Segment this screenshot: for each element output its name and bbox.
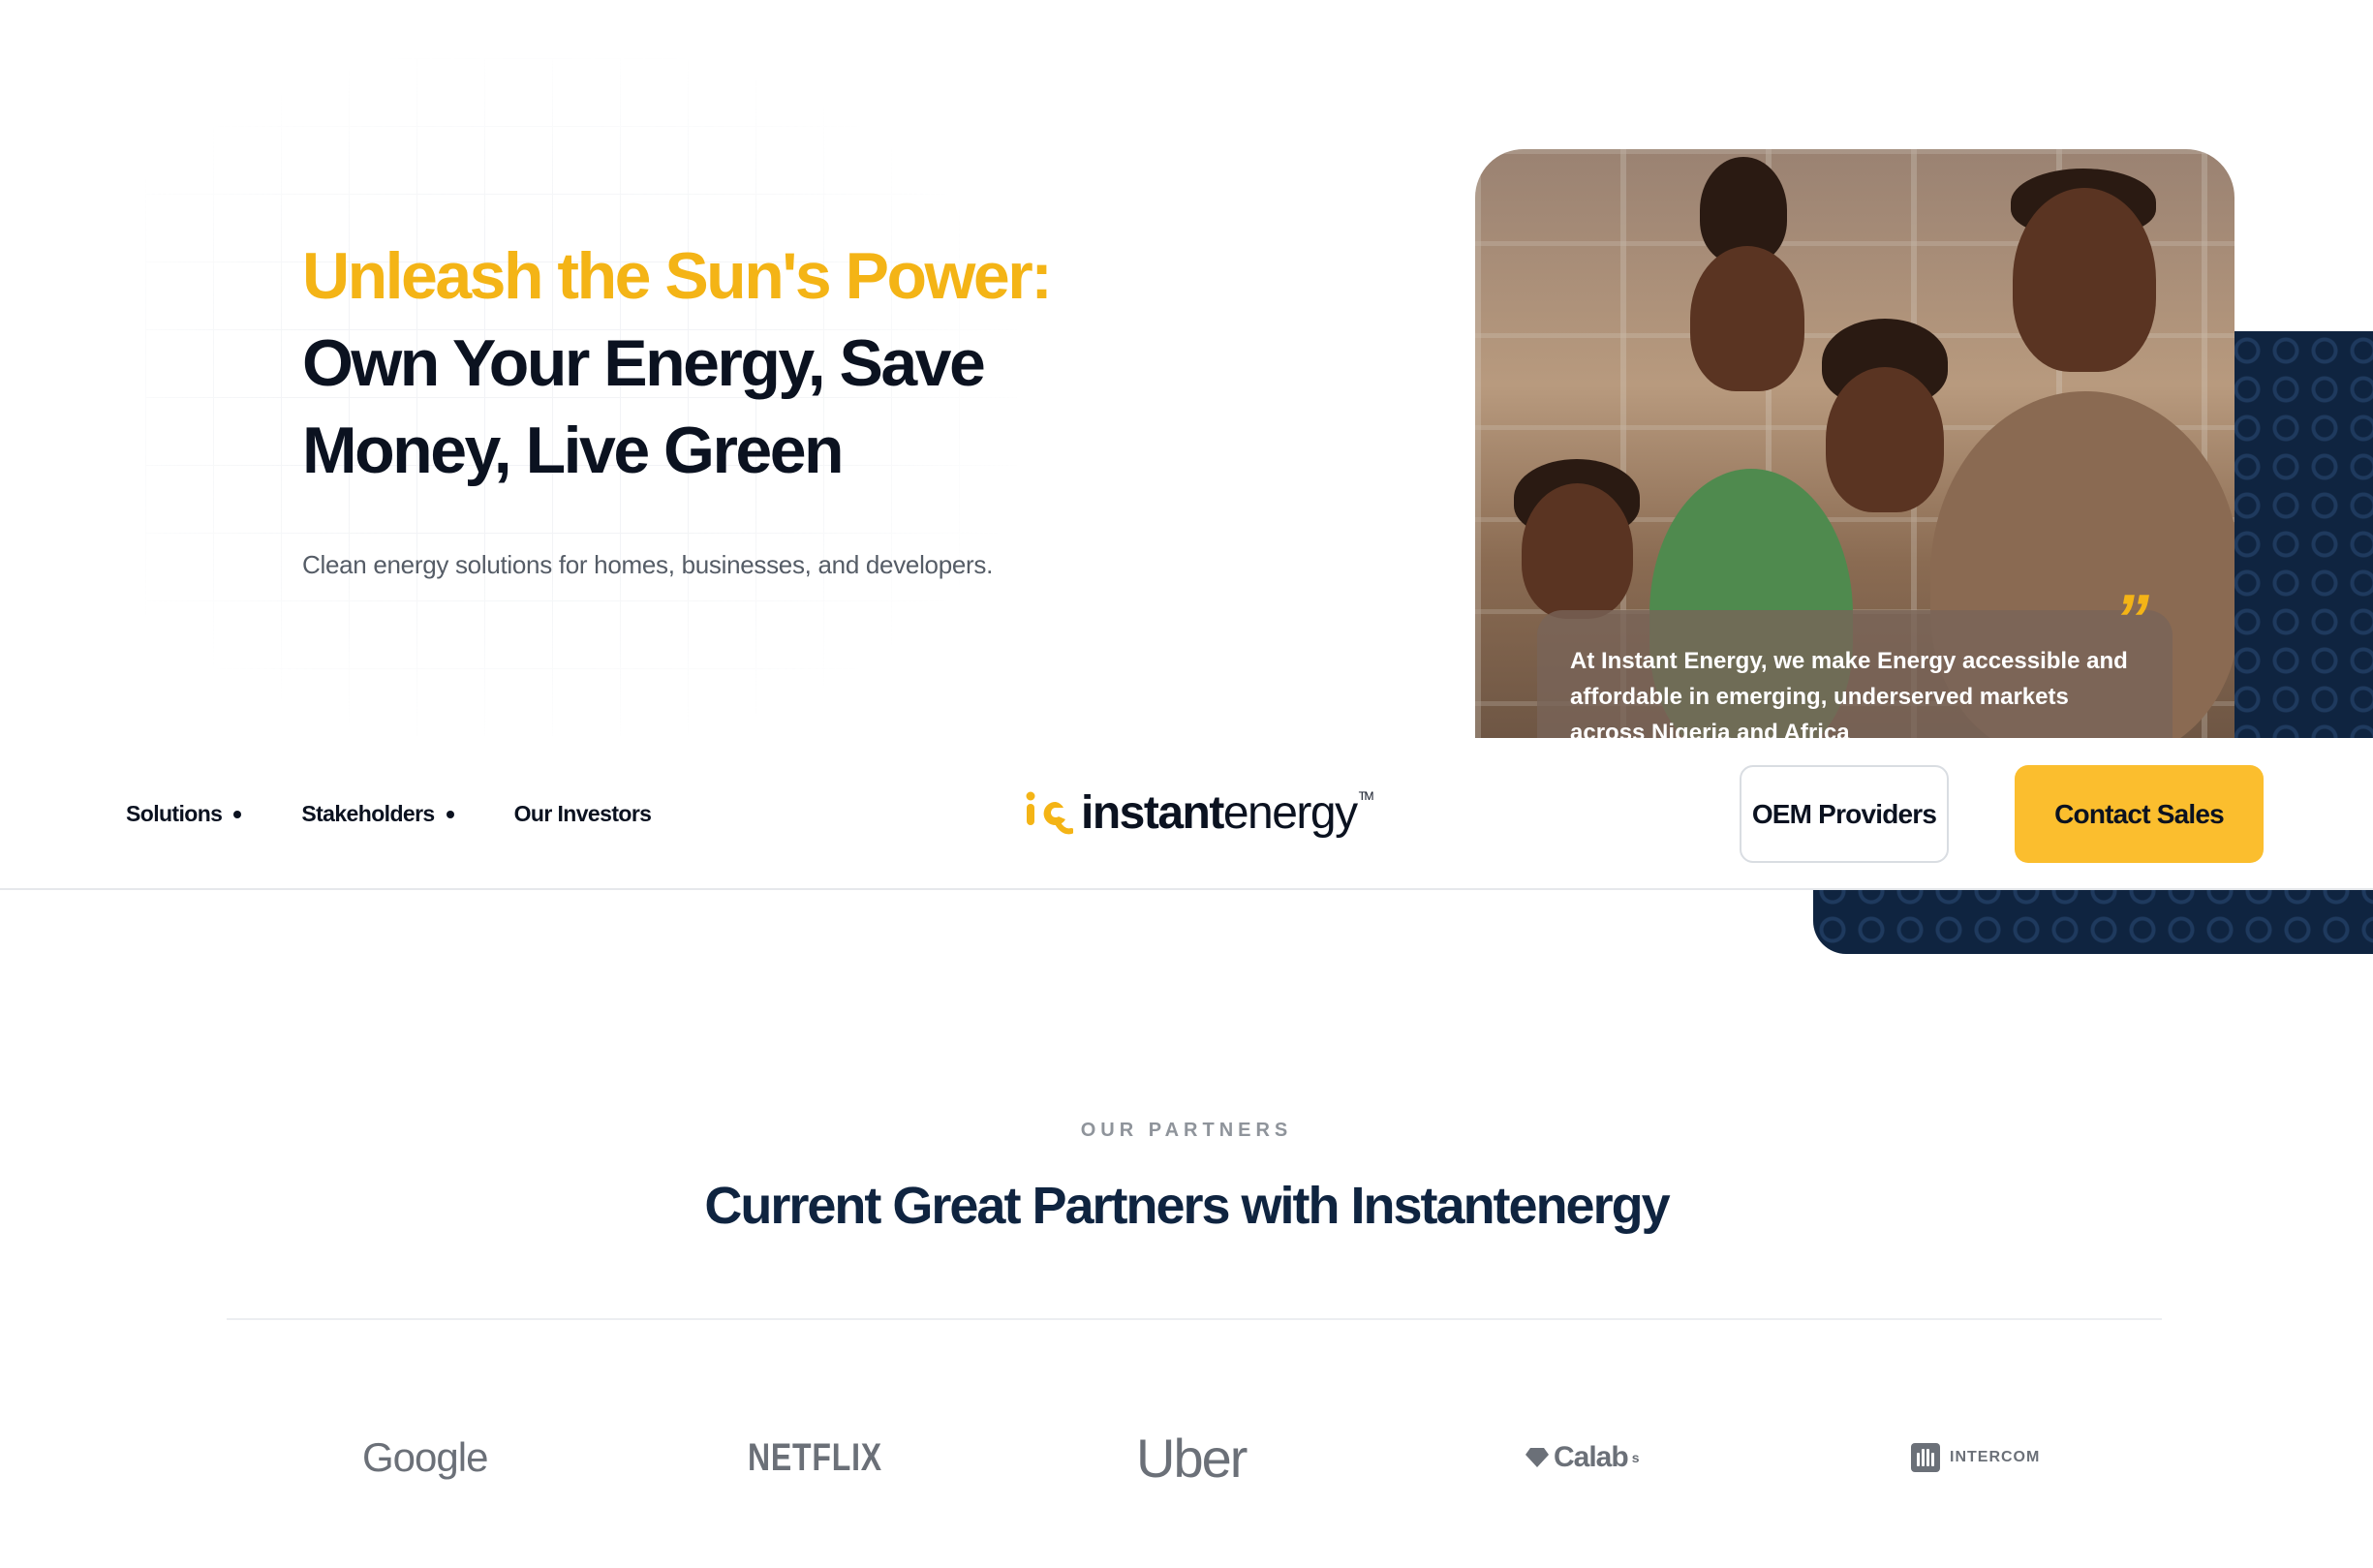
logo-wordmark: instantenergy TM [1081, 787, 1373, 839]
dropdown-dot-icon [446, 810, 454, 818]
oem-providers-button[interactable]: OEM Providers [1740, 765, 1949, 863]
partners-divider [227, 1318, 2162, 1320]
quote-icon: ” [2114, 581, 2149, 659]
partner-logo-google: Google [362, 1434, 488, 1480]
person-face [2013, 188, 2156, 372]
child-face [1522, 483, 1633, 619]
nav-links: Solutions Stakeholders Our Investors [126, 738, 652, 890]
partner-logo-calab: Calab s [1525, 1424, 1639, 1491]
nav-item-label: Our Investors [513, 801, 652, 826]
person-face [1690, 246, 1804, 391]
nav-item-label: Stakeholders [301, 801, 435, 826]
partners-eyebrow: OUR PARTNERS [1080, 1120, 1293, 1141]
nav-item-solutions[interactable]: Solutions [126, 801, 242, 827]
hero-family-photo: At Instant Energy, we make Energy access… [1475, 149, 2234, 740]
logo-mark-icon [1026, 791, 1073, 835]
hero-headline-accent: Unleash the Sun's Power: [302, 239, 1053, 313]
quote-text: At Instant Energy, we make Energy access… [1570, 648, 2128, 740]
partner-logo-intercom: INTERCOM [1911, 1424, 2040, 1491]
nav-item-stakeholders[interactable]: Stakeholders [301, 801, 454, 827]
partner-logos: Google NETFLIX Uber Calab s INTERCOM [227, 1424, 2162, 1491]
dropdown-dot-icon [233, 810, 242, 818]
instantenergy-logo[interactable]: instantenergy TM [1023, 787, 1373, 839]
brand-pattern-panel [2228, 331, 2373, 738]
partner-logo-uber: Uber [1136, 1427, 1248, 1489]
hero-subtitle: Clean energy solutions for homes, busine… [302, 550, 994, 579]
child-face [1826, 367, 1944, 512]
main-navbar: Solutions Stakeholders Our Investors ins… [0, 738, 2373, 890]
partners-title: Current Great Partners with Instantenerg… [704, 1177, 1670, 1235]
contact-sales-button[interactable]: Contact Sales [2015, 765, 2264, 863]
calab-gem-icon [1526, 1448, 1549, 1467]
hero-headline-line-3: Money, Live Green [302, 414, 845, 487]
nav-item-our-investors[interactable]: Our Investors [514, 801, 652, 827]
intercom-icon [1911, 1443, 1940, 1472]
partner-logo-netflix: NETFLIX [748, 1435, 882, 1479]
nav-item-label: Solutions [126, 801, 223, 826]
hero-headline-line-2: Own Your Energy, Save [302, 326, 986, 400]
hero-text: Unleash the Sun's Power: Own Your Energy… [302, 232, 1174, 580]
quote-card: At Instant Energy, we make Energy access… [1537, 610, 2173, 740]
